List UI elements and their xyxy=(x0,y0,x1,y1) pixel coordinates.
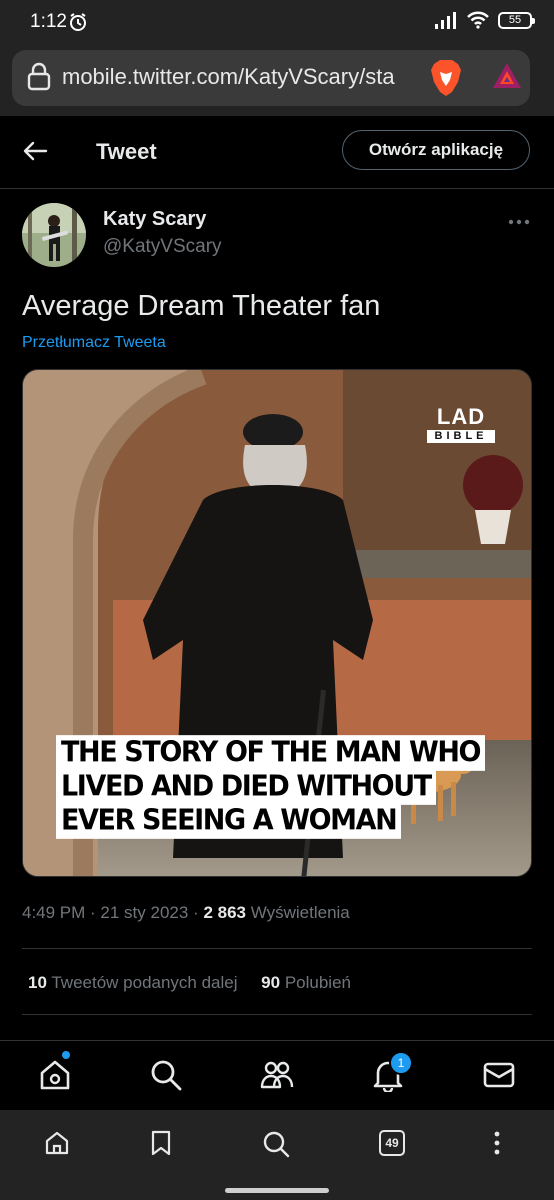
divider xyxy=(22,948,532,949)
views-count: 2 863 xyxy=(203,903,246,922)
tab-switcher-button[interactable]: 49 xyxy=(379,1130,405,1156)
status-time: 1:12 xyxy=(30,11,67,32)
retweets-label[interactable]: Tweetów podanych dalej xyxy=(51,973,237,992)
communities-icon[interactable] xyxy=(260,1058,294,1092)
battery-indicator: 55 xyxy=(498,11,535,29)
home-unread-dot xyxy=(62,1051,70,1059)
back-arrow-icon[interactable] xyxy=(22,138,48,164)
tweet-time[interactable]: 4:49 PM xyxy=(22,903,85,922)
home-icon[interactable] xyxy=(38,1058,72,1092)
bat-rewards-icon[interactable] xyxy=(492,61,522,91)
brave-shield-icon[interactable] xyxy=(428,58,464,98)
notifications-badge: 1 xyxy=(389,1051,413,1075)
likes-count[interactable]: 90 xyxy=(261,973,280,992)
gesture-handle[interactable] xyxy=(225,1188,329,1193)
logo-bottom-text: BIBLE xyxy=(427,430,495,443)
tweet-media-video[interactable]: LAD BIBLE THE STORY OF THE MAN WHO LIVED… xyxy=(22,369,532,877)
logo-top-text: LAD xyxy=(436,404,486,429)
caption-line: THE STORY OF THE MAN WHO xyxy=(56,735,486,771)
avatar[interactable] xyxy=(22,203,86,267)
tweet-stats: 10 Tweetów podanych dalej 90 Polubień xyxy=(28,973,351,993)
more-options-icon[interactable] xyxy=(508,218,530,226)
alarm-icon xyxy=(70,13,86,31)
caption-line: LIVED AND DIED WITHOUT xyxy=(56,769,436,805)
tweet-text: Average Dream Theater fan xyxy=(22,290,381,322)
retweets-count[interactable]: 10 xyxy=(28,973,47,992)
wifi-icon xyxy=(467,11,489,29)
divider xyxy=(22,1014,532,1015)
author-name[interactable]: Katy Scary xyxy=(103,208,206,231)
bookmark-icon[interactable] xyxy=(150,1130,172,1156)
avatar-image xyxy=(22,203,86,267)
ladbible-logo: LAD BIBLE xyxy=(427,406,495,443)
page-title: Tweet xyxy=(96,139,157,164)
video-caption: THE STORY OF THE MAN WHO LIVED AND DIED … xyxy=(56,735,486,839)
browser-search-icon[interactable] xyxy=(262,1130,290,1158)
translate-tweet-link[interactable]: Przetłumacz Tweeta xyxy=(22,334,166,352)
open-app-button[interactable]: Otwórz aplikację xyxy=(342,130,530,170)
browser-home-icon[interactable] xyxy=(44,1130,70,1156)
likes-label[interactable]: Polubień xyxy=(285,973,351,992)
caption-line: EVER SEEING A WOMAN xyxy=(56,803,402,839)
url-text[interactable]: mobile.twitter.com/KatyVScary/sta xyxy=(62,64,414,90)
search-icon[interactable] xyxy=(149,1058,183,1092)
views-label: Wyświetlenia xyxy=(250,903,350,922)
author-handle[interactable]: @KatyVScary xyxy=(103,236,222,258)
signal-icon xyxy=(435,12,456,29)
tweet-date[interactable]: 21 sty 2023 xyxy=(100,903,188,922)
tweet-meta: 4:49 PM · 21 sty 2023 · 2 863 Wyświetlen… xyxy=(22,903,350,922)
mail-icon[interactable] xyxy=(482,1058,516,1092)
browser-menu-icon[interactable] xyxy=(490,1130,504,1156)
status-indicators: 55 xyxy=(434,11,535,29)
lock-icon[interactable] xyxy=(27,62,51,92)
